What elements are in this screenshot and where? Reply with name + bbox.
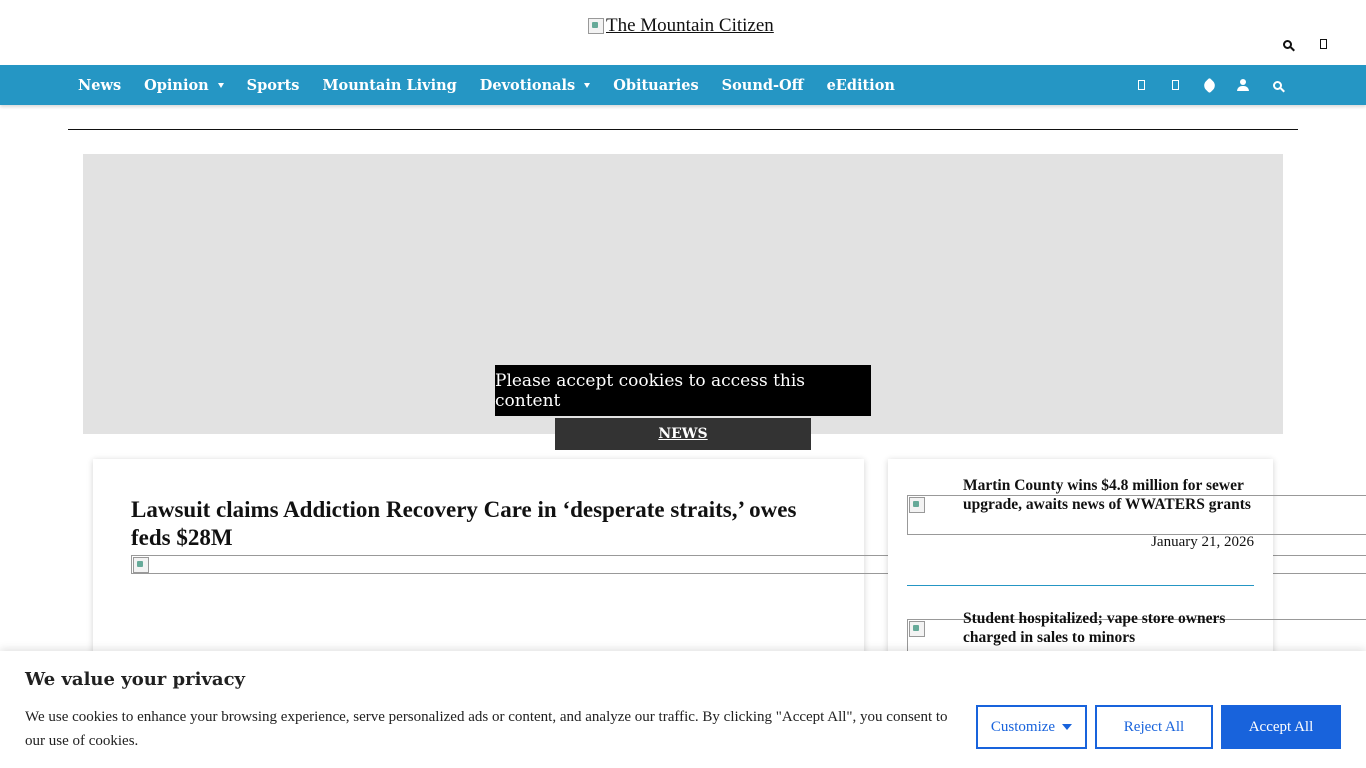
sidebar-divider — [907, 585, 1254, 586]
sidebar-article-title[interactable]: Student hospitalized; vape store owners … — [963, 610, 1259, 647]
cookie-required-notice: Please accept cookies to access this con… — [495, 365, 871, 416]
caret-down-icon — [584, 82, 591, 88]
nav-icons — [1134, 77, 1284, 93]
nav-item-obituaries[interactable]: Obituaries — [613, 77, 698, 94]
main-article-headline[interactable]: Lawsuit claims Addiction Recovery Care i… — [131, 496, 811, 552]
nav-item-sound-off[interactable]: Sound-Off — [722, 77, 804, 94]
nav-item-eedition[interactable]: eEdition — [827, 77, 895, 94]
customize-button[interactable]: Customize — [976, 705, 1087, 749]
nav-item-sports[interactable]: Sports — [247, 77, 300, 94]
sidebar-article-date: January 21, 2026 — [1151, 534, 1254, 550]
nav-item-devotionals[interactable]: Devotionals — [480, 77, 591, 94]
search-icon[interactable] — [1270, 78, 1284, 92]
broken-image-icon — [909, 497, 925, 513]
tag-icon[interactable] — [1201, 77, 1217, 93]
nav-menu: News Opinion Sports Mountain Living Devo… — [78, 65, 918, 105]
broken-image-icon — [133, 557, 149, 573]
header-divider — [68, 129, 1298, 130]
caret-down-icon — [1062, 724, 1073, 730]
accept-all-button[interactable]: Accept All — [1221, 705, 1341, 749]
main-navigation: News Opinion Sports Mountain Living Devo… — [0, 65, 1366, 105]
cookie-consent-banner: We value your privacy We use cookies to … — [0, 651, 1366, 768]
search-icon[interactable] — [1280, 37, 1294, 51]
section-tab-news[interactable]: NEWS — [555, 418, 811, 450]
caret-down-icon — [217, 82, 224, 88]
consent-title: We value your privacy — [25, 669, 245, 690]
site-logo[interactable]: The Mountain Citizen — [588, 18, 774, 34]
twitter-icon[interactable] — [1168, 78, 1182, 92]
site-header: The Mountain Citizen — [0, 0, 1366, 65]
nav-item-opinion[interactable]: Opinion — [144, 77, 224, 94]
header-icons — [1280, 37, 1330, 51]
reject-all-button[interactable]: Reject All — [1095, 705, 1213, 749]
consent-description: We use cookies to enhance your browsing … — [25, 709, 948, 749]
menu-icon[interactable] — [1316, 37, 1330, 51]
nav-item-news[interactable]: News — [78, 77, 121, 94]
user-icon[interactable] — [1236, 78, 1250, 92]
facebook-icon[interactable] — [1134, 78, 1148, 92]
broken-image-icon — [909, 621, 925, 637]
nav-item-mountain-living[interactable]: Mountain Living — [322, 77, 456, 94]
broken-image-icon — [588, 18, 604, 34]
sidebar-article-title[interactable]: Martin County wins $4.8 million for sewe… — [963, 477, 1259, 514]
logo-alt-text: The Mountain Citizen — [606, 18, 774, 34]
